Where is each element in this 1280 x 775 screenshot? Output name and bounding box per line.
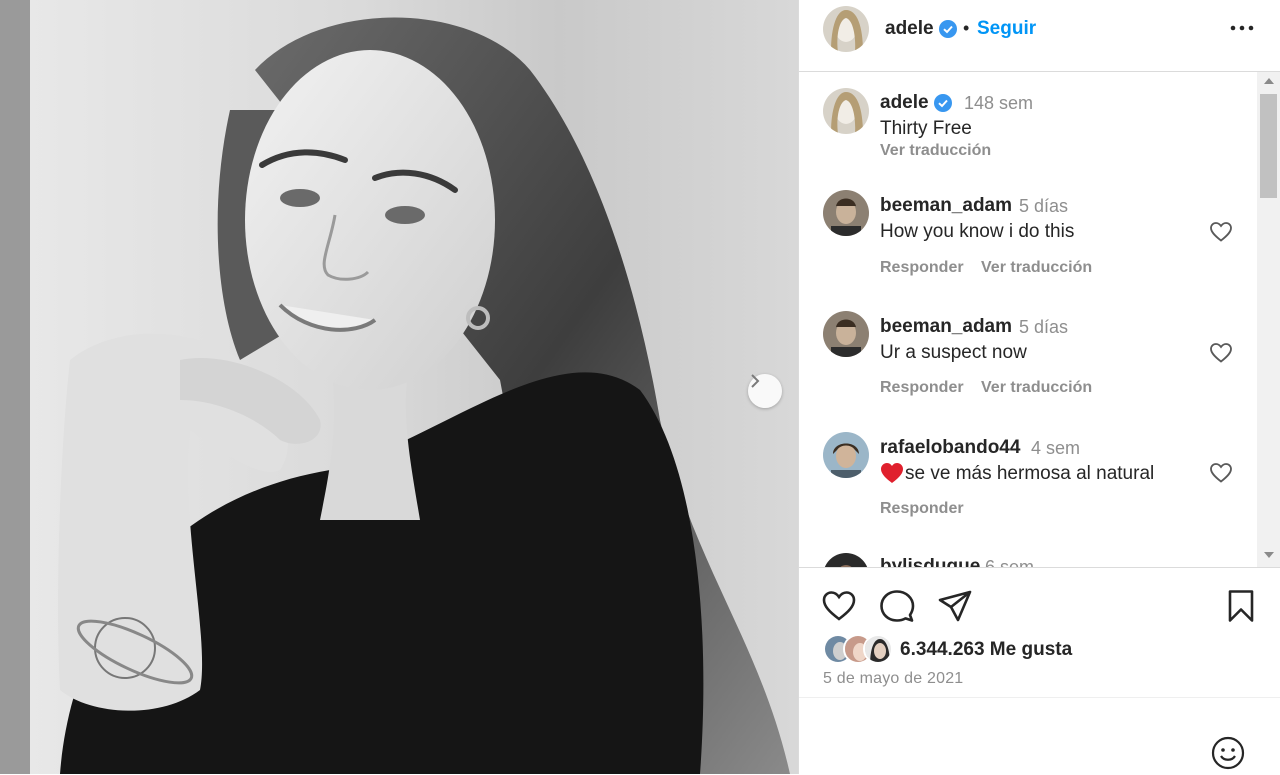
scroll-down-arrow-icon[interactable] [1264, 552, 1274, 558]
verified-badge-icon [939, 20, 957, 38]
photo-illustration [0, 0, 790, 774]
comment-text: How you know i do this [880, 221, 1075, 242]
caption-avatar[interactable] [823, 88, 869, 134]
caption-username[interactable]: adele [880, 92, 929, 114]
heart-icon[interactable] [821, 588, 857, 624]
translate-link[interactable]: Ver traducción [981, 259, 1092, 277]
heart-emoji [880, 462, 904, 484]
comment-username[interactable]: bylisduque [880, 556, 980, 567]
comment-avatar[interactable] [823, 432, 869, 478]
send-icon[interactable] [937, 588, 973, 624]
reply-link[interactable]: Responder [880, 379, 964, 397]
comments-list[interactable]: adele 148 sem Thirty Free Ver traducción… [799, 72, 1257, 567]
comment-avatar[interactable] [823, 311, 869, 357]
post-actions: 6.344.263 Me gusta 5 de mayo de 2021 [799, 567, 1280, 697]
comment-avatar[interactable] [823, 190, 869, 236]
reply-link[interactable]: Responder [880, 259, 964, 277]
verified-badge-icon [934, 94, 952, 112]
emoji-icon[interactable] [1211, 736, 1245, 770]
bookmark-icon[interactable] [1223, 588, 1259, 624]
translate-link[interactable]: Ver traducción [981, 379, 1092, 397]
more-options-icon[interactable] [1227, 16, 1257, 40]
chevron-right-icon [751, 374, 760, 388]
post-side-panel: adele • Seguir adele 148 sem Thirty Free… [798, 0, 1280, 774]
comment-time[interactable]: 4 sem [1031, 438, 1080, 459]
comment-text: Ur a suspect now [880, 342, 1027, 363]
comment-username[interactable]: beeman_adam [880, 195, 1012, 217]
heart-icon[interactable] [1209, 220, 1233, 244]
author-avatar[interactable] [823, 6, 869, 52]
post-header: adele • Seguir [799, 0, 1280, 72]
comment-username[interactable]: beeman_adam [880, 316, 1012, 338]
liker-avatars[interactable] [823, 634, 903, 664]
comment-username[interactable]: rafaelobando44 [880, 437, 1020, 459]
comment-time[interactable]: 5 días [1019, 196, 1068, 217]
comment-icon[interactable] [879, 588, 915, 624]
add-comment-section [799, 697, 1280, 774]
post-photo [0, 0, 798, 774]
caption-translate-link[interactable]: Ver traducción [880, 142, 991, 160]
scrollbar-thumb[interactable] [1260, 94, 1277, 198]
caption-time[interactable]: 148 sem [964, 93, 1033, 114]
follow-button[interactable]: Seguir [977, 18, 1036, 40]
scroll-up-arrow-icon[interactable] [1264, 78, 1274, 84]
heart-icon[interactable] [1209, 461, 1233, 485]
heart-icon[interactable] [1209, 341, 1233, 365]
comment-time[interactable]: 5 días [1019, 317, 1068, 338]
next-photo-button[interactable] [748, 374, 782, 408]
author-username[interactable]: adele [885, 18, 934, 40]
separator-dot: • [963, 18, 970, 38]
comments-scrollbar[interactable] [1257, 72, 1280, 567]
likes-count[interactable]: 6.344.263 Me gusta [900, 639, 1072, 661]
post-date[interactable]: 5 de mayo de 2021 [823, 670, 963, 688]
comment-avatar[interactable] [823, 553, 869, 567]
liker-avatar [863, 634, 893, 664]
comment-time[interactable]: 6 sem [985, 557, 1034, 567]
comment-text: se ve más hermosa al natural [905, 463, 1155, 484]
reply-link[interactable]: Responder [880, 500, 964, 518]
caption-text: Thirty Free [880, 118, 972, 139]
